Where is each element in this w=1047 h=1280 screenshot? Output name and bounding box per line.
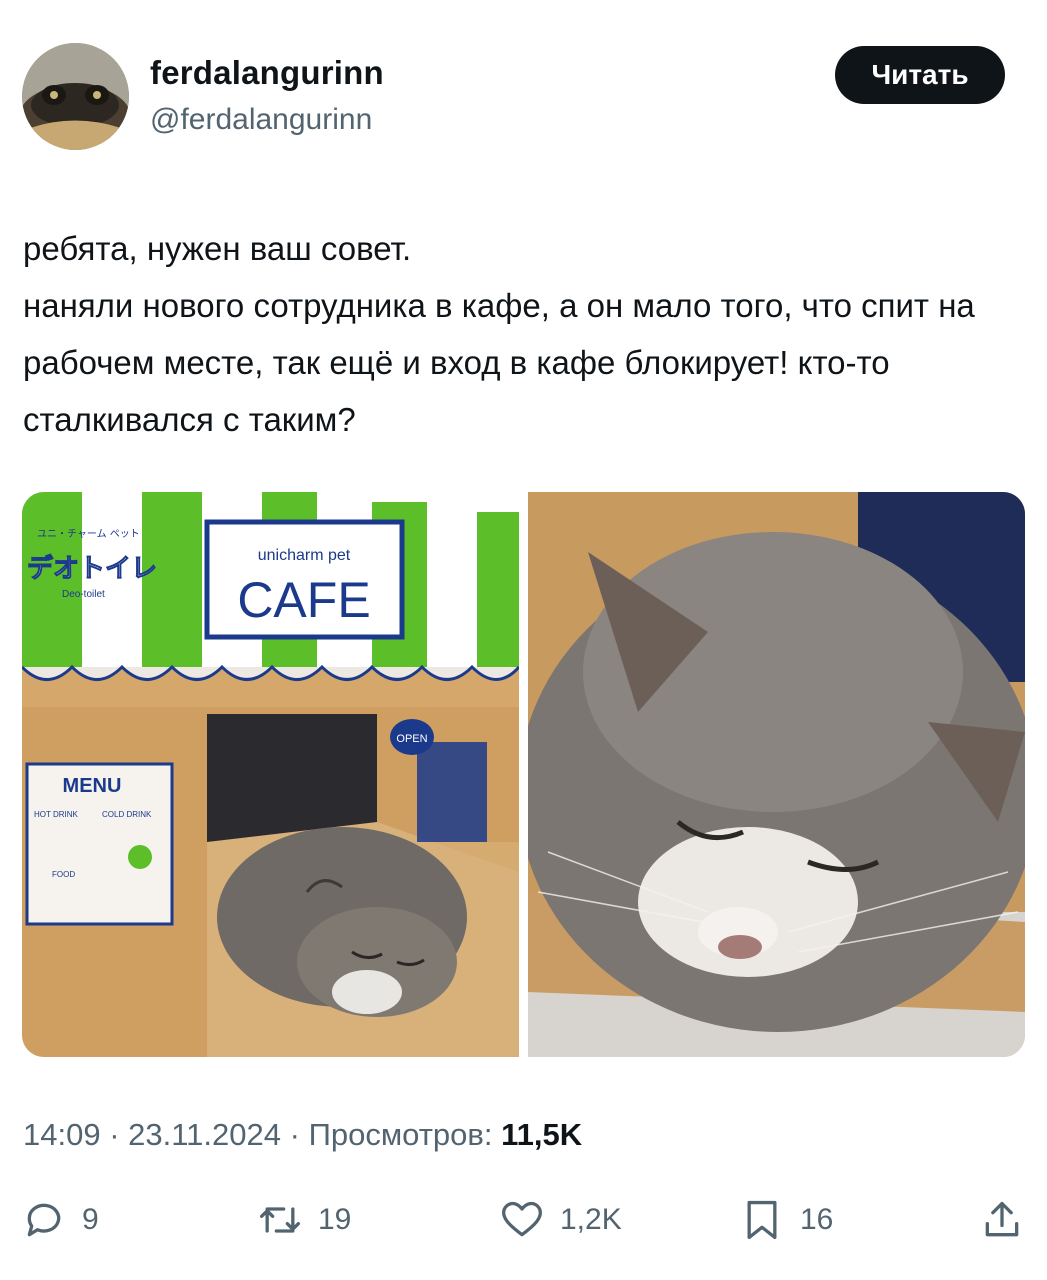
- sign-cafe: CAFE: [237, 572, 370, 628]
- follow-button[interactable]: Читать: [835, 46, 1005, 104]
- bookmark-button[interactable]: 16: [740, 1192, 833, 1248]
- views-count: 11,5K: [501, 1117, 583, 1152]
- share-icon: [985, 1201, 1019, 1237]
- views-label: Просмотров:: [308, 1117, 502, 1152]
- tweet-text: ребята, нужен ваш совет. наняли нового с…: [23, 230, 975, 438]
- reply-button[interactable]: 9: [22, 1192, 99, 1248]
- reply-count: 9: [82, 1203, 99, 1236]
- meta-separator: ·: [281, 1117, 309, 1152]
- share-button[interactable]: [980, 1192, 1024, 1248]
- repost-button[interactable]: 19: [258, 1192, 351, 1248]
- display-name[interactable]: ferdalangurinn: [150, 54, 384, 92]
- tweet-photo-1[interactable]: unicharm pet CAFE ユニ・チャーム ペット デオトイレ Deo-…: [22, 492, 519, 1057]
- tweet-photo-2[interactable]: [528, 492, 1025, 1057]
- menu-title: MENU: [63, 775, 122, 797]
- like-count: 1,2K: [560, 1203, 622, 1236]
- reply-icon: [27, 1203, 61, 1237]
- brand-jp: デオトイレ: [27, 553, 157, 584]
- meta-separator: ·: [100, 1117, 129, 1152]
- tweet-meta: 14:09 · 23.11.2024 · Просмотров: 11,5K: [23, 1117, 582, 1153]
- like-icon: [502, 1201, 542, 1237]
- menu-cold-drink: COLD DRINK: [102, 810, 152, 819]
- menu-hot-drink: HOT DRINK: [34, 810, 79, 819]
- sign-brand: unicharm pet: [258, 547, 351, 564]
- brand-small: ユニ・チャーム ペット: [37, 528, 140, 540]
- repost-count: 19: [318, 1203, 352, 1236]
- repost-icon: [260, 1207, 300, 1233]
- avatar[interactable]: [22, 43, 129, 150]
- brand-sub: Deo-toilet: [62, 589, 105, 600]
- menu-food: FOOD: [52, 870, 75, 879]
- tweet-time[interactable]: 14:09: [23, 1117, 101, 1152]
- bookmark-count: 16: [800, 1203, 834, 1236]
- tweet-date[interactable]: 23.11.2024: [128, 1117, 281, 1152]
- user-handle[interactable]: @ferdalangurinn: [150, 103, 372, 137]
- like-button[interactable]: 1,2K: [500, 1192, 622, 1248]
- bookmark-icon: [747, 1200, 777, 1240]
